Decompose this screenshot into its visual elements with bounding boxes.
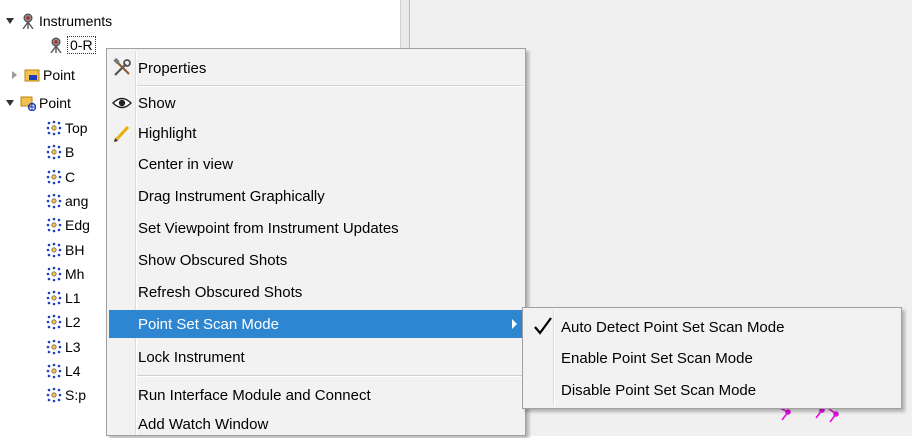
menu-item-center-in-view[interactable]: Center in view	[109, 150, 523, 178]
menu-item-properties[interactable]: Properties	[109, 54, 523, 82]
menu-item-label: Drag Instrument Graphically	[138, 187, 325, 205]
point-set-icon	[46, 169, 62, 185]
menu-separator	[137, 85, 523, 87]
menu-item-point-set-scan-mode[interactable]: Point Set Scan Mode	[109, 310, 523, 338]
tree-node-label: L3	[65, 338, 81, 355]
tree-node-label: Top	[65, 120, 88, 136]
tree-node-point-group-expanded[interactable]: Point	[2, 92, 71, 114]
tree-node-label: C	[65, 168, 76, 185]
menu-item-run-interface-module[interactable]: Run Interface Module and Connect	[109, 381, 523, 409]
tree-node-label: B	[65, 144, 75, 161]
tree-node-label: L4	[65, 363, 81, 379]
point-set-icon	[46, 120, 62, 136]
tree-node-label: 0-R	[67, 36, 96, 54]
tree-node-label: Edg	[65, 217, 90, 234]
submenu-item-label: Enable Point Set Scan Mode	[561, 349, 753, 367]
menu-item-label: Refresh Obscured Shots	[138, 283, 303, 301]
tree-node-point-set[interactable]: Edg	[46, 214, 90, 236]
point-set-icon	[46, 144, 62, 160]
instrument-icon	[20, 13, 36, 30]
menu-item-add-watch-window[interactable]: Add Watch Window	[109, 410, 523, 438]
menu-item-lock-instrument[interactable]: Lock Instrument	[109, 343, 523, 371]
tree-node-label: L1	[65, 290, 81, 307]
point-group-icon	[20, 95, 37, 112]
menu-item-label: Lock Instrument	[138, 348, 245, 366]
menu-item-label: Properties	[138, 59, 207, 77]
folder-icon	[24, 67, 40, 83]
tree-node-point-group[interactable]: Point	[12, 64, 75, 86]
tree-node-point-set[interactable]: S:p	[46, 384, 86, 406]
submenu-point-set-scan-mode[interactable]: Auto Detect Point Set Scan Mode Enable P…	[522, 307, 902, 409]
point-set-icon	[46, 242, 62, 258]
menu-item-label: Set Viewpoint from Instrument Updates	[138, 219, 399, 237]
menu-item-show[interactable]: Show	[109, 89, 523, 117]
tree-node-point-set[interactable]: L3	[46, 336, 81, 358]
submenu-item-label: Auto Detect Point Set Scan Mode	[561, 318, 785, 336]
menu-item-label: Point Set Scan Mode	[138, 315, 279, 333]
point-set-icon	[46, 314, 62, 330]
tree-node-label: Point	[43, 67, 75, 83]
instrument-icon	[48, 37, 64, 54]
tree-node-point-set[interactable]: ang	[46, 190, 88, 212]
point-set-icon	[46, 193, 62, 209]
point-set-icon	[46, 387, 62, 403]
tree-node-label: Instruments	[39, 13, 113, 29]
menu-item-label: Show	[138, 94, 176, 112]
pencil-icon	[111, 122, 133, 144]
menu-item-label: Add Watch Window	[138, 415, 269, 433]
tree-node-point-set[interactable]: L4	[46, 360, 81, 382]
menu-item-show-obscured-shots[interactable]: Show Obscured Shots	[109, 246, 523, 274]
tree-node-point-set[interactable]: Mh	[46, 263, 84, 285]
menu-item-drag-instrument[interactable]: Drag Instrument Graphically	[109, 182, 523, 210]
tree-node-label: ang	[65, 192, 89, 209]
point-set-icon	[46, 266, 62, 282]
menu-item-set-viewpoint[interactable]: Set Viewpoint from Instrument Updates	[109, 214, 523, 242]
point-set-icon	[46, 290, 62, 306]
submenu-item-label: Disable Point Set Scan Mode	[561, 381, 757, 399]
tree-node-point-set[interactable]: Top	[46, 117, 88, 139]
checkmark-icon	[533, 316, 553, 336]
tree-node-label: BH	[65, 241, 85, 258]
menu-separator	[137, 375, 523, 377]
point-set-icon	[46, 217, 62, 233]
menu-item-label: Show Obscured Shots	[138, 251, 288, 269]
tree-node-label: Point	[39, 95, 71, 111]
submenu-item-disable[interactable]: Disable Point Set Scan Mode	[525, 376, 899, 404]
menu-item-label: Center in view	[138, 155, 234, 173]
menu-item-label: Run Interface Module and Connect	[138, 386, 371, 404]
expand-open-icon[interactable]	[6, 18, 14, 24]
expand-closed-icon[interactable]	[12, 71, 17, 79]
submenu-item-auto-detect[interactable]: Auto Detect Point Set Scan Mode	[525, 313, 899, 341]
expand-open-icon[interactable]	[6, 100, 14, 106]
point-set-icon	[46, 363, 62, 379]
tree-node-point-set[interactable]: B	[46, 141, 74, 163]
context-menu[interactable]: Properties Show Highlight Center in view…	[106, 48, 526, 436]
tree-node-point-set[interactable]: L2	[46, 311, 81, 333]
tree-node-point-set[interactable]: C	[46, 166, 75, 188]
eye-icon	[111, 92, 133, 114]
tree-node-point-set[interactable]: L1	[46, 287, 81, 309]
tree-node-instrument[interactable]: 0-R	[48, 34, 96, 56]
tree-node-label: S:p	[65, 387, 87, 404]
tree-node-label: L2	[65, 314, 81, 331]
menu-item-label: Highlight	[138, 124, 197, 142]
menu-item-refresh-obscured-shots[interactable]: Refresh Obscured Shots	[109, 278, 523, 306]
point-set-icon	[46, 339, 62, 355]
tree-node-instruments[interactable]: Instruments	[2, 10, 112, 32]
tree-node-point-set[interactable]: BH	[46, 239, 84, 261]
submenu-item-enable[interactable]: Enable Point Set Scan Mode	[525, 344, 899, 372]
tools-icon	[111, 57, 133, 79]
menu-item-highlight[interactable]: Highlight	[109, 119, 523, 147]
submenu-arrow-icon	[512, 319, 517, 329]
tree-node-label: Mh	[65, 265, 85, 282]
